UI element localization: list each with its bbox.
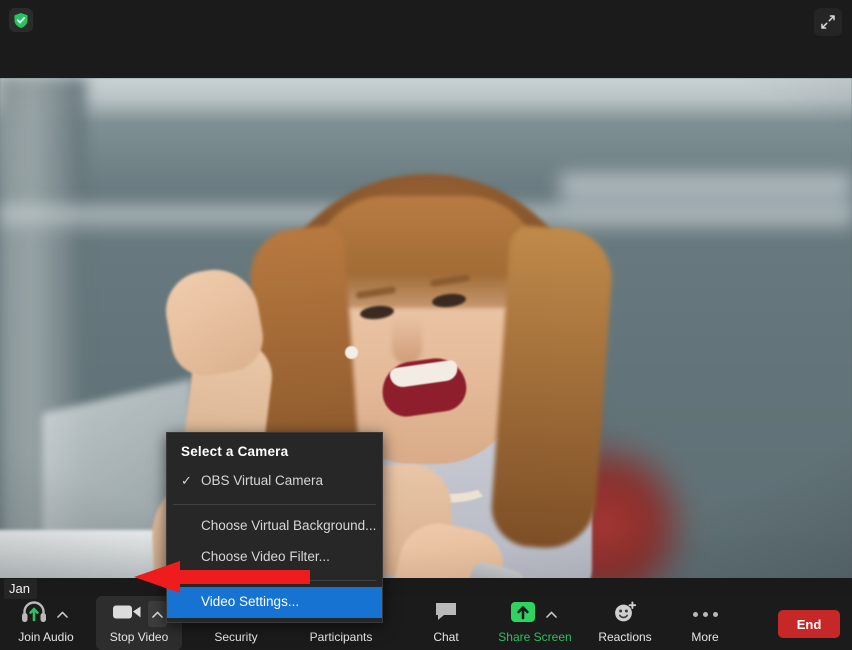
toolbar-button-share-screen[interactable]: Share Screen: [492, 596, 578, 650]
video-camera-icon: [112, 602, 142, 627]
toolbar-button-chat[interactable]: Chat: [416, 596, 476, 650]
check-icon: ✓: [181, 473, 192, 488]
zoom-meeting-window: Jan Select a Camera ✓ OBS Virtual Camera…: [0, 0, 852, 650]
more-dots-icon: [692, 611, 718, 617]
red-pointer-arrow: [120, 560, 310, 599]
toolbar-label: Share Screen: [498, 630, 572, 644]
shield-check-icon[interactable]: [9, 8, 33, 32]
toolbar-label: Join Audio: [18, 630, 74, 644]
menu-item-label: Choose Virtual Background...: [201, 518, 377, 533]
meeting-top-bar: [0, 0, 852, 78]
menu-item-label: OBS Virtual Camera: [201, 473, 324, 488]
video-stage[interactable]: [0, 78, 852, 578]
reactions-smiley-icon: [613, 600, 637, 628]
toolbar-button-reactions[interactable]: Reactions: [590, 596, 660, 650]
toolbar-label: Participants: [309, 630, 373, 644]
join-audio-caret-icon[interactable]: [53, 601, 72, 627]
menu-item-virtual-background[interactable]: Choose Virtual Background...: [167, 511, 382, 542]
participant-name-label: Jan: [4, 579, 37, 599]
toolbar-label: Chat: [433, 630, 459, 644]
end-meeting-button[interactable]: End: [778, 610, 840, 638]
toolbar-label: Reactions: [598, 630, 652, 644]
menu-title: Select a Camera: [181, 444, 289, 459]
chat-bubble-icon: [434, 601, 458, 627]
headset-icon: [21, 600, 47, 628]
share-screen-caret-icon[interactable]: [542, 601, 561, 627]
toolbar-button-more[interactable]: More: [678, 596, 732, 650]
menu-separator-1: [173, 504, 376, 505]
meeting-toolbar: Join Audio Stop Video Security Participa…: [0, 596, 852, 650]
share-screen-icon: [510, 601, 536, 628]
expand-diagonal-icon[interactable]: [814, 8, 842, 36]
toolbar-label: Security: [214, 630, 258, 644]
toolbar-button-join-audio[interactable]: Join Audio: [9, 596, 83, 650]
toolbar-label: Stop Video: [109, 630, 169, 644]
menu-item-camera[interactable]: ✓ OBS Virtual Camera: [167, 466, 382, 497]
video-vignette: [0, 78, 852, 578]
toolbar-label: More: [691, 630, 719, 644]
stop-video-caret-icon[interactable]: [147, 601, 167, 627]
